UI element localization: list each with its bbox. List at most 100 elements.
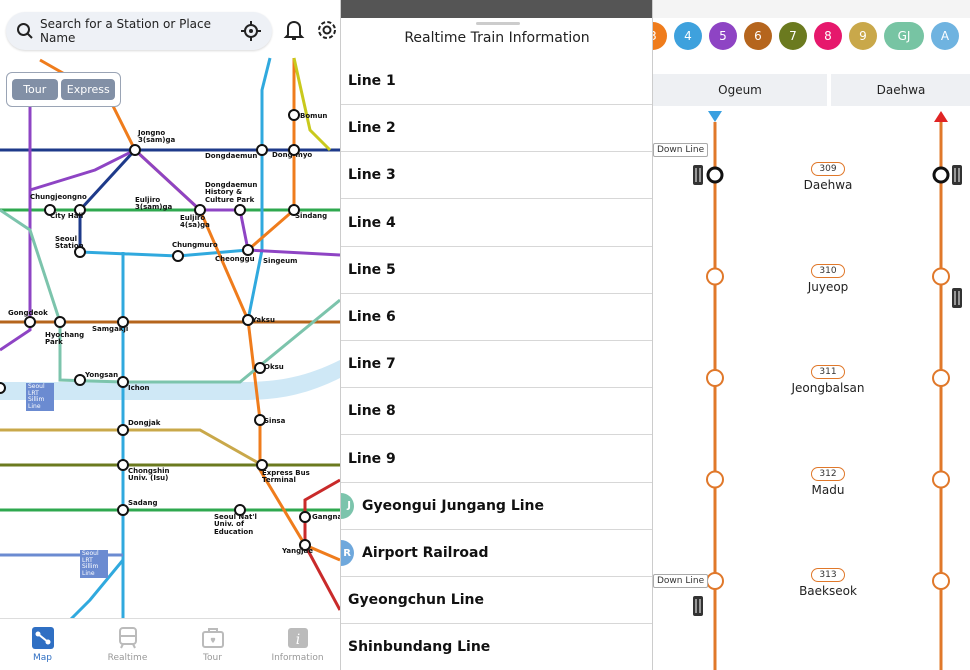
station-number: 311: [811, 365, 845, 379]
nav-map[interactable]: Map: [0, 619, 85, 670]
gear-icon[interactable]: [315, 18, 339, 42]
train-icon: [693, 596, 703, 616]
line-item[interactable]: Line 9: [341, 436, 652, 483]
line-item[interactable]: Line 4: [341, 200, 652, 247]
map-station-label[interactable]: Sindang: [295, 212, 327, 220]
map-station-label[interactable]: Chungjeongno: [30, 193, 87, 201]
map-station-label[interactable]: Samgakji: [92, 325, 128, 333]
line-item[interactable]: Line 7: [341, 341, 652, 389]
map-station-label[interactable]: Chungmuro: [172, 241, 218, 249]
map-station-label[interactable]: Sadang: [128, 499, 158, 507]
map-station-label[interactable]: Cheonggu: [215, 255, 255, 263]
map-station-label[interactable]: Singeum: [263, 257, 297, 265]
express-mode-button[interactable]: Express: [61, 79, 116, 100]
search-icon: [17, 23, 33, 39]
line-label: Line 6: [348, 309, 396, 325]
station-name[interactable]: Juyeop: [763, 280, 893, 294]
map-station-label[interactable]: Dongjak: [128, 419, 160, 427]
line-chip[interactable]: 9: [849, 22, 877, 50]
line-item[interactable]: R Airport Railroad: [341, 530, 652, 577]
line-label: Line 2: [348, 120, 396, 137]
map-station-label[interactable]: Dong-myo: [272, 151, 312, 159]
map-station-label[interactable]: Bomun: [300, 112, 327, 120]
map-station-label[interactable]: Euljiro 3(sam)ga: [135, 196, 191, 212]
map-station-label[interactable]: City Hall: [50, 212, 83, 220]
search-bar[interactable]: Search for a Station or Place Name: [6, 12, 272, 50]
map-station-label[interactable]: Oksu: [264, 363, 284, 371]
line-chip[interactable]: 7: [779, 22, 807, 50]
line-item[interactable]: Line 3: [341, 152, 652, 200]
train-icon: [693, 165, 703, 185]
station-name[interactable]: Baekseok: [763, 584, 893, 598]
nav-realtime[interactable]: Realtime: [85, 619, 170, 670]
map-station-label[interactable]: Chongshin Univ. (Isu): [128, 467, 184, 483]
line-label: Line 1: [348, 73, 396, 89]
line-chip[interactable]: 4: [674, 22, 702, 50]
up-arrow-icon: [934, 111, 948, 122]
map-station-label[interactable]: Dongdaemun: [205, 152, 257, 160]
direction-bar: Ogeum Daehwa: [653, 74, 970, 106]
line-item[interactable]: Gyeongchun Line: [341, 577, 652, 625]
drag-handle[interactable]: [476, 22, 520, 25]
station-name[interactable]: Daehwa: [763, 178, 893, 192]
line-label: Line 4: [348, 214, 396, 231]
map-station-label[interactable]: Yongsan: [85, 371, 118, 379]
map-station-label[interactable]: Dongdaemun History & Culture Park: [205, 181, 261, 204]
map-station-label[interactable]: Gongdeok: [8, 309, 48, 317]
station-node: [706, 572, 724, 590]
map-station-label[interactable]: Seoul Nat'l Univ. of Education: [214, 513, 270, 536]
line-chip[interactable]: 5: [709, 22, 737, 50]
line-item[interactable]: Line 1: [341, 58, 652, 105]
line-item[interactable]: Line 2: [341, 105, 652, 153]
map-station-label[interactable]: Euljiro 4(sa)ga: [180, 214, 236, 230]
nav-tour[interactable]: Tour: [170, 619, 255, 670]
station-number: 313: [811, 568, 845, 582]
station-name[interactable]: Jeongbalsan: [763, 381, 893, 395]
map-station-label[interactable]: Hyochang Park: [45, 331, 87, 347]
info-icon: i: [287, 628, 308, 648]
station-node: [932, 166, 950, 184]
locate-icon[interactable]: [240, 20, 262, 42]
status-bar: [653, 0, 970, 18]
direction-ogeum[interactable]: Ogeum: [653, 74, 827, 106]
station-number: 309: [811, 162, 845, 176]
line-label: Gyeongchun Line: [348, 592, 484, 609]
map-station-label[interactable]: Seoul Station: [55, 235, 97, 251]
map-station-label[interactable]: Ichon: [128, 384, 150, 392]
svg-text:i: i: [295, 632, 299, 648]
station-node: [932, 369, 950, 387]
line-label: Line 8: [348, 403, 396, 420]
line-item[interactable]: Shinbundang Line: [341, 624, 652, 670]
line-chip[interactable]: 6: [744, 22, 772, 50]
realtime-list-panel: Realtime Train Information Line 1 Line 2 L…: [340, 0, 652, 670]
search-input[interactable]: Search for a Station or Place Name: [40, 17, 240, 45]
line-label: Gyeongui Jungang Line: [362, 497, 545, 514]
line-chip-row: 3456789GJA: [653, 22, 959, 58]
map-station-label[interactable]: Jongno 3(sam)ga: [138, 129, 194, 145]
nav-information[interactable]: i Information: [255, 619, 340, 670]
tour-mode-button[interactable]: Tour: [11, 79, 58, 100]
station-number: 312: [811, 466, 845, 481]
map-station-label[interactable]: Yangjae: [282, 547, 313, 555]
train-icon: [952, 288, 962, 308]
lrt-badge: Seoul LRT Sillim Line: [80, 550, 108, 579]
direction-daehwa[interactable]: Daehwa: [831, 74, 970, 106]
nav-realtime-label: Realtime: [107, 653, 148, 663]
map-station-label[interactable]: Gangnam: [312, 513, 340, 521]
line-item[interactable]: Line 8: [341, 388, 652, 436]
bell-icon[interactable]: [282, 18, 306, 42]
map-station-label[interactable]: Express Bus Terminal: [262, 469, 318, 485]
line-item[interactable]: Line 6: [341, 294, 652, 341]
line-item[interactable]: Line 5: [341, 247, 652, 294]
line-chip[interactable]: GJ: [884, 22, 924, 50]
line-chip[interactable]: 3: [653, 22, 667, 50]
line-item[interactable]: J Gyeongui Jungang Line: [341, 483, 652, 530]
station-node: [932, 267, 950, 286]
down-line-label: Down Line: [653, 574, 709, 588]
station-name[interactable]: Madu: [763, 483, 893, 497]
line-chip[interactable]: A: [931, 22, 959, 50]
map-station-label[interactable]: Yaksu: [252, 316, 275, 324]
map-station-label[interactable]: Sinsa: [264, 417, 285, 425]
line-chip[interactable]: 8: [814, 22, 842, 50]
station-node: [706, 267, 724, 286]
